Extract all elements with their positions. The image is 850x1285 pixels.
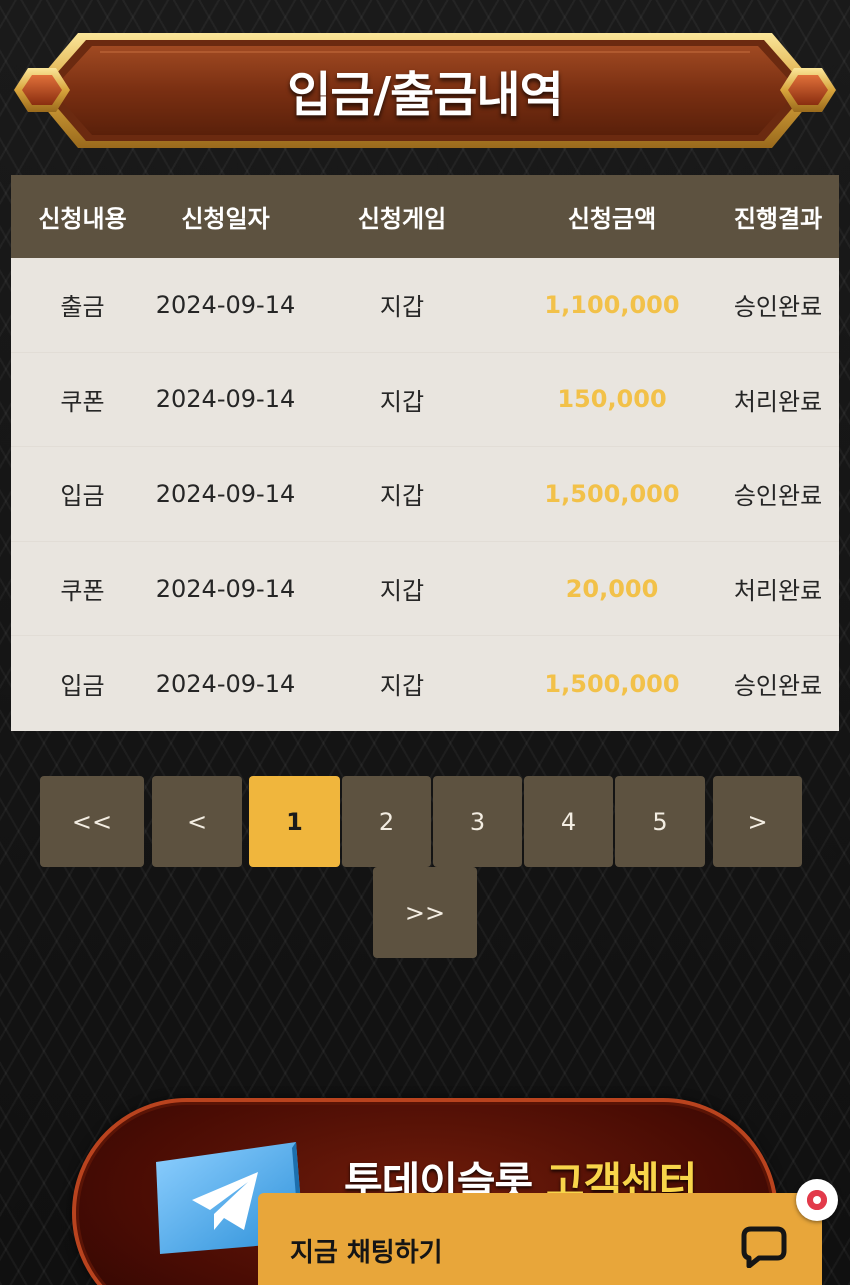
table-row: 출금 2024-09-14 지갑 1,100,000 승인완료 (11, 258, 839, 353)
status-cell: 승인완료 (733, 482, 823, 511)
table-body: 출금 2024-09-14 지갑 1,100,000 승인완료 쿠폰 2024-… (11, 258, 839, 731)
request-date-cell: 2024-09-14 (155, 290, 296, 319)
request-amount-cell: 20,000 (565, 574, 659, 603)
transaction-history-table: 신청내용 신청일자 신청게임 신청금액 진행결과 출금 2024-09-14 지… (11, 175, 839, 731)
page-button-2[interactable]: 2 (342, 776, 431, 867)
notification-indicator[interactable] (796, 1179, 838, 1221)
prev-page-button[interactable]: < (152, 776, 242, 867)
request-date-cell: 2024-09-14 (155, 574, 296, 603)
page-button-4[interactable]: 4 (524, 776, 613, 867)
column-header: 신청게임 (357, 205, 447, 233)
request-type-cell: 출금 (60, 293, 105, 322)
table-row: 입금 2024-09-14 지갑 1,500,000 승인완료 (11, 447, 839, 542)
status-cell: 승인완료 (733, 293, 823, 322)
page-title: 입금/출금내역 (287, 67, 564, 123)
chat-bubble-icon (741, 1226, 787, 1268)
request-game-cell: 지갑 (379, 482, 425, 511)
first-page-button[interactable]: << (40, 776, 144, 867)
request-amount-cell: 1,500,000 (544, 669, 680, 698)
request-amount-cell: 150,000 (557, 385, 667, 414)
column-header: 신청내용 (38, 205, 127, 233)
column-header: 진행결과 (733, 205, 823, 233)
status-cell: 처리완료 (733, 387, 823, 416)
next-page-button[interactable]: > (713, 776, 802, 867)
request-date-cell: 2024-09-14 (155, 669, 296, 698)
status-cell: 처리완료 (733, 577, 823, 606)
page-button-3[interactable]: 3 (433, 776, 522, 867)
live-chat-launcher[interactable]: 지금 채팅하기 (258, 1193, 822, 1285)
request-game-cell: 지갑 (379, 387, 425, 416)
request-game-cell: 지갑 (379, 672, 425, 701)
request-date-cell: 2024-09-14 (155, 479, 296, 508)
request-type-cell: 쿠폰 (60, 577, 105, 606)
table-header: 신청내용 신청일자 신청게임 신청금액 진행결과 (11, 175, 839, 258)
page-button-5[interactable]: 5 (615, 776, 705, 867)
request-type-cell: 입금 (60, 482, 105, 511)
table-row: 쿠폰 2024-09-14 지갑 20,000 처리완료 (11, 542, 839, 637)
request-type-cell: 쿠폰 (60, 387, 105, 416)
table-row: 쿠폰 2024-09-14 지갑 150,000 처리완료 (11, 353, 839, 448)
page-title-banner: 입금/출금내역 (0, 0, 850, 160)
request-amount-cell: 1,500,000 (544, 479, 680, 508)
request-type-cell: 입금 (60, 672, 105, 701)
status-cell: 승인완료 (733, 672, 823, 701)
request-game-cell: 지갑 (379, 577, 425, 606)
last-page-button[interactable]: >> (373, 867, 477, 958)
request-date-cell: 2024-09-14 (155, 385, 296, 414)
table-row: 입금 2024-09-14 지갑 1,500,000 승인완료 (11, 636, 839, 731)
request-game-cell: 지갑 (379, 293, 425, 322)
request-amount-cell: 1,100,000 (544, 290, 680, 319)
chat-label: 지금 채팅하기 (290, 1238, 443, 1268)
column-header: 신청금액 (567, 205, 657, 233)
column-header: 신청일자 (181, 205, 270, 233)
page-button-1[interactable]: 1 (249, 776, 340, 867)
